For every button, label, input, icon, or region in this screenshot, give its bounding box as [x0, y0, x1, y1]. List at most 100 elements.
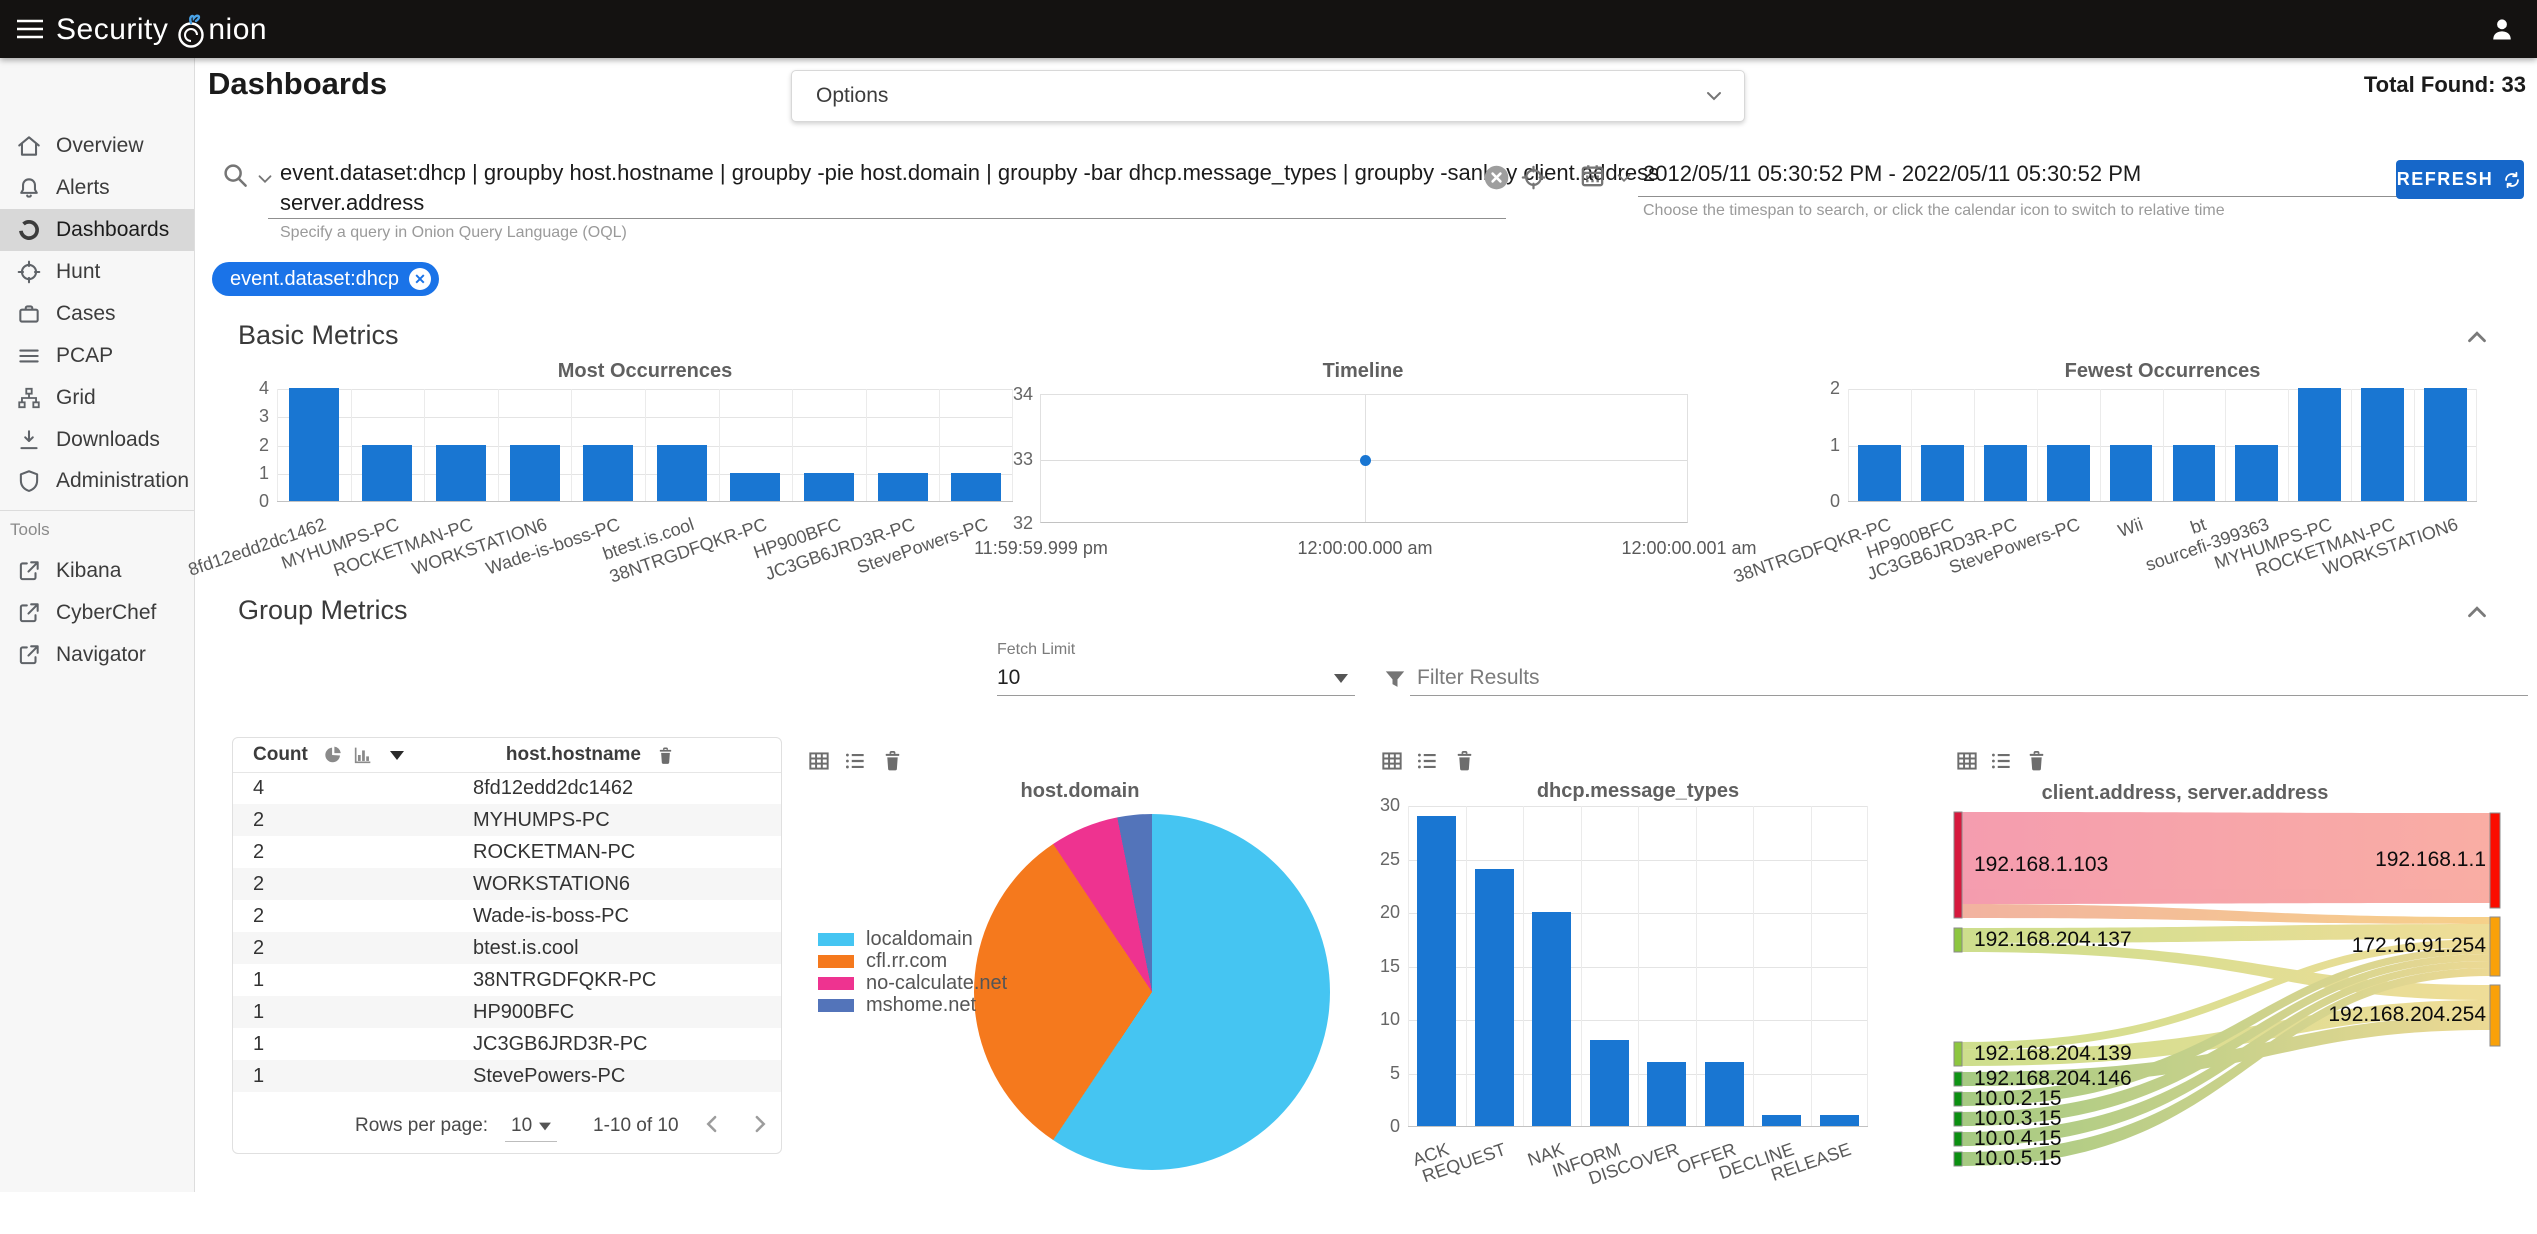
query-history-chevron-icon[interactable] [254, 168, 276, 190]
sidebar-item-overview[interactable]: Overview [0, 125, 194, 167]
bar-MYHUMPS-PC[interactable] [362, 444, 413, 501]
collapse-basic-metrics-icon[interactable] [2462, 322, 2492, 352]
timeline-data-point[interactable] [1360, 454, 1371, 466]
rows-per-page-dropdown-icon[interactable] [539, 1122, 551, 1131]
sidebar-item-grid[interactable]: Grid [0, 377, 194, 419]
bar-38NTRGDFQKR-PC[interactable] [730, 472, 781, 501]
bar-JC3GB6JRD3R-PC[interactable] [1983, 444, 2027, 501]
table-row[interactable]: 1 38NTRGDFQKR-PC [233, 964, 781, 996]
bar-OFFER[interactable] [1704, 1061, 1744, 1126]
remove-filter-icon[interactable]: ✕ [409, 268, 432, 290]
sidebar-item-hunt[interactable]: Hunt [0, 251, 194, 293]
user-account-icon[interactable] [2488, 15, 2516, 43]
options-dropdown[interactable]: Options [791, 70, 1745, 122]
collapse-group-metrics-icon[interactable] [2462, 597, 2492, 627]
list-view-icon[interactable] [1414, 748, 1440, 774]
legend-item[interactable]: no-calculate.net [818, 972, 1007, 994]
table-row[interactable]: 1 HP900BFC [233, 996, 781, 1028]
table-view-icon[interactable] [1954, 748, 1980, 774]
query-input-line1[interactable]: event.dataset:dhcp | groupby host.hostna… [280, 160, 1659, 186]
sidebar-item-downloads[interactable]: Downloads [0, 419, 194, 461]
cell-hostname: ROCKETMAN-PC [473, 840, 636, 863]
trash-icon[interactable] [1452, 748, 1477, 773]
bar-chart-icon[interactable] [352, 744, 374, 766]
bar-HP900BFC[interactable] [1920, 444, 1964, 501]
table-view-icon[interactable] [1379, 748, 1405, 774]
bar-WORKSTATION6[interactable] [2424, 388, 2467, 501]
table-row[interactable]: 2 ROCKETMAN-PC [233, 836, 781, 868]
previous-page-icon[interactable] [697, 1109, 727, 1139]
cell-hostname: StevePowers-PC [473, 1064, 626, 1087]
grid-line [2351, 389, 2352, 501]
bar-REQUEST[interactable] [1474, 869, 1514, 1126]
bar-WORKSTATION6[interactable] [509, 444, 560, 501]
bar-StevePowers-PC[interactable] [2046, 444, 2090, 501]
grid-line [2288, 389, 2289, 501]
trash-icon[interactable] [2024, 748, 2049, 773]
table-row[interactable]: 2 WORKSTATION6 [233, 868, 781, 900]
sidebar-item-navigator[interactable]: Navigator [0, 634, 194, 676]
legend-item[interactable]: cfl.rr.com [818, 950, 1007, 972]
table-row[interactable]: 1 JC3GB6JRD3R-PC [233, 1028, 781, 1060]
sidebar-item-alerts[interactable]: Alerts [0, 167, 194, 209]
trash-icon[interactable] [655, 745, 676, 766]
briefcase-icon [19, 305, 39, 323]
column-header-host[interactable]: host.hostname [506, 744, 641, 766]
bar-btest.is.cool[interactable] [656, 444, 707, 501]
bar-Wii[interactable] [2109, 444, 2153, 501]
sidebar-item-pcap[interactable]: PCAP [0, 335, 194, 377]
host-domain-pie-chart[interactable] [974, 814, 1330, 1170]
calendar-icon[interactable] [1578, 161, 1607, 190]
table-row[interactable]: 4 8fd12edd2dc1462 [233, 772, 781, 804]
timespan-range-input[interactable]: 2012/05/11 05:30:52 PM - 2022/05/11 05:3… [1643, 161, 2141, 187]
sort-descending-icon[interactable] [389, 750, 404, 760]
sidebar-item-cyberchef[interactable]: CyberChef [0, 592, 194, 634]
bar-ROCKETMAN-PC[interactable] [2361, 388, 2405, 501]
refresh-button[interactable]: REFRESH [2396, 160, 2524, 199]
bar-38NTRGDFQKR-PC[interactable] [1858, 444, 1901, 501]
timespan-chevron-icon[interactable] [1613, 167, 1635, 189]
bar-NAK[interactable] [1532, 912, 1572, 1126]
hamburger-menu-icon[interactable] [16, 18, 44, 40]
bar-sourcefi-399363[interactable] [2235, 444, 2279, 501]
search-icon[interactable] [220, 160, 250, 190]
bar-StevePowers-PC[interactable] [951, 472, 1002, 501]
table-view-icon[interactable] [806, 748, 832, 774]
fetch-limit-dropdown-icon[interactable] [1334, 674, 1348, 683]
query-input-line2[interactable]: server.address [280, 190, 424, 216]
filter-results-input[interactable]: Filter Results [1417, 666, 1540, 690]
bar-JC3GB6JRD3R-PC[interactable] [877, 472, 928, 501]
fetch-limit-select[interactable]: 10 [997, 666, 1020, 690]
trash-icon[interactable] [880, 748, 905, 773]
bar-bt[interactable] [2172, 444, 2216, 501]
bar-HP900BFC[interactable] [803, 472, 855, 501]
list-view-icon[interactable] [842, 748, 868, 774]
sidebar-item-cases[interactable]: Cases [0, 293, 194, 335]
list-view-icon[interactable] [1988, 748, 2014, 774]
bar-MYHUMPS-PC[interactable] [2298, 388, 2342, 501]
table-row[interactable]: 2 btest.is.cool [233, 932, 781, 964]
bar-8fd12edd2dc1462[interactable] [288, 388, 339, 501]
table-row[interactable]: 2 MYHUMPS-PC [233, 804, 781, 836]
bar-Wade-is-boss-PC[interactable] [583, 444, 634, 501]
rows-per-page-select[interactable]: 10 [511, 1115, 532, 1137]
bar-RELEASE[interactable] [1819, 1115, 1859, 1126]
actions-target-icon[interactable] [1520, 164, 1547, 191]
table-row[interactable]: 1 StevePowers-PC [233, 1060, 781, 1092]
clear-query-icon[interactable] [1483, 164, 1510, 191]
filter-chip[interactable]: event.dataset:dhcp ✕ [212, 262, 440, 296]
bar-ACK[interactable] [1417, 815, 1457, 1126]
bar-DECLINE[interactable] [1762, 1115, 1802, 1126]
table-row[interactable]: 2 Wade-is-boss-PC [233, 900, 781, 932]
sidebar-item-administration[interactable]: Administration [0, 460, 194, 502]
next-page-icon[interactable] [745, 1109, 775, 1139]
bar-ROCKETMAN-PC[interactable] [435, 444, 487, 501]
y-axis-tick: 0 [1389, 1116, 1400, 1136]
legend-item[interactable]: localdomain [818, 928, 1007, 950]
bar-DISCOVER[interactable] [1647, 1061, 1687, 1126]
bar-INFORM[interactable] [1589, 1040, 1629, 1126]
sidebar-item-dashboards[interactable]: Dashboards [0, 209, 194, 251]
pie-chart-icon[interactable] [322, 744, 344, 766]
legend-item[interactable]: mshome.net [818, 994, 1007, 1016]
column-header-count[interactable]: Count [253, 744, 308, 766]
